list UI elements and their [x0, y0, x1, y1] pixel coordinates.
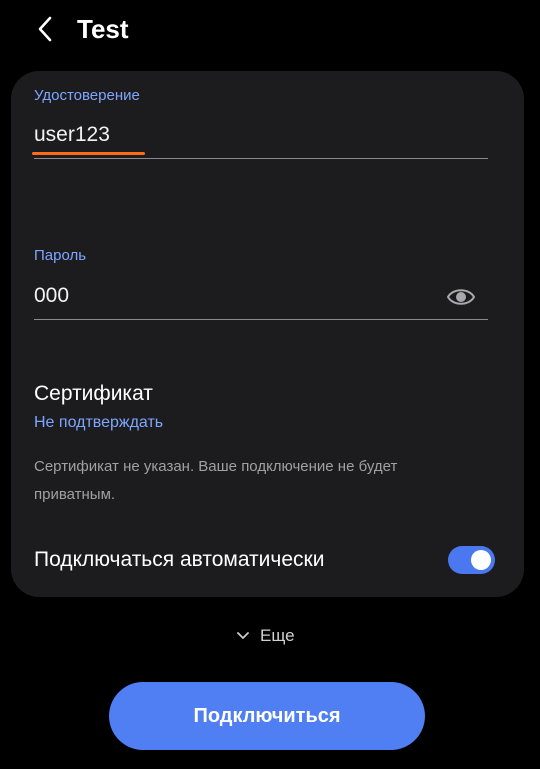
password-label: Пароль [34, 247, 87, 264]
identity-label: Удостоверение [34, 87, 140, 104]
password-input[interactable]: 000 [34, 282, 69, 310]
connect-button[interactable]: Подключиться [109, 682, 425, 750]
identity-input[interactable]: user123 [34, 121, 110, 149]
more-options-button[interactable]: Еще [236, 624, 295, 648]
auto-connect-label: Подключаться автоматически [34, 548, 325, 571]
settings-card: Удостоверение user123 Пароль 000 Сертифи… [11, 71, 524, 597]
certificate-value[interactable]: Не подтверждать [34, 414, 163, 432]
toggle-knob [471, 550, 491, 570]
chevron-down-icon [237, 632, 249, 639]
chevron-left-icon [38, 16, 52, 42]
certificate-title[interactable]: Сертификат [34, 382, 153, 406]
identity-underline [34, 158, 488, 159]
more-label: Еще [260, 626, 295, 645]
page-title: Test [77, 14, 129, 44]
back-button[interactable] [28, 12, 62, 46]
app-header: Test [0, 0, 540, 60]
password-underline [34, 319, 488, 320]
eye-icon [446, 289, 476, 305]
spellcheck-underline [32, 152, 145, 155]
auto-connect-toggle[interactable] [448, 546, 495, 574]
certificate-note: Сертификат не указан. Ваше подключение н… [34, 458, 398, 503]
toggle-password-visibility-button[interactable] [445, 284, 477, 310]
